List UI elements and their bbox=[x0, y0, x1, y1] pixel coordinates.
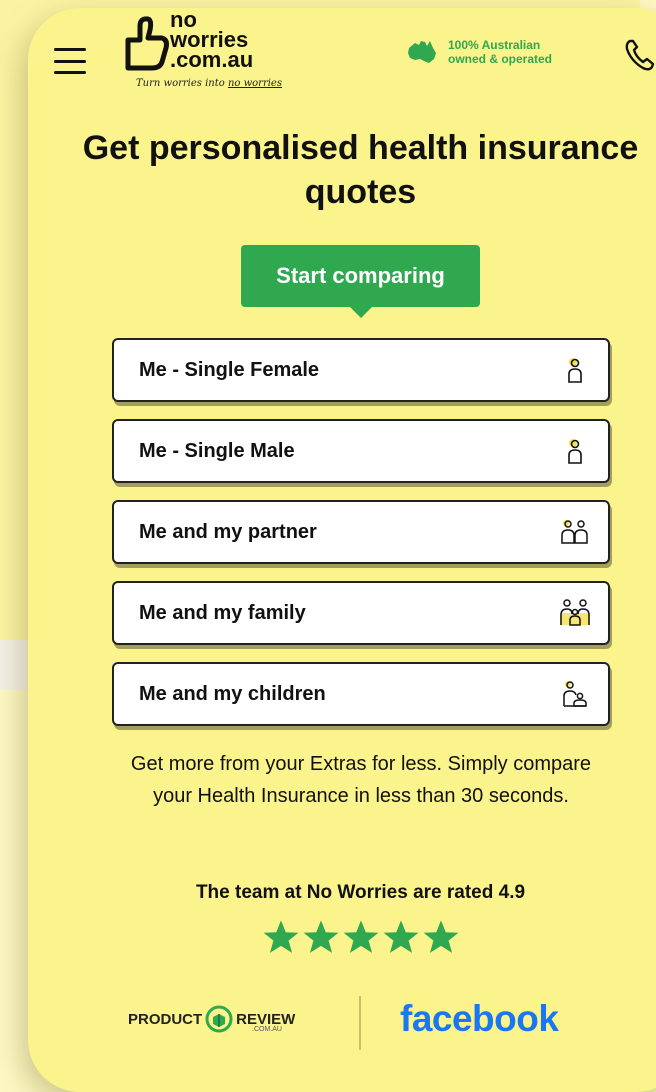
star-icon bbox=[303, 920, 339, 953]
star-icon bbox=[423, 920, 459, 953]
site-logo[interactable]: no worries .com.au Turn worries into no … bbox=[118, 9, 298, 100]
extras-blurb: Get more from your Extras for less. Simp… bbox=[130, 753, 592, 807]
logo-tagline: Turn worries into no worries bbox=[136, 78, 282, 89]
cta-label: Start comparing bbox=[276, 263, 445, 288]
page-title: Get personalised health insurance quotes bbox=[82, 129, 639, 211]
option-label: Me and my family bbox=[139, 602, 306, 624]
option-single-male[interactable]: Me - Single Male bbox=[112, 419, 610, 483]
tagline-end: no worries bbox=[227, 78, 282, 89]
parent-child-icon bbox=[563, 681, 587, 707]
couple-icon bbox=[561, 520, 588, 544]
badge-line-2: owned & operated bbox=[448, 52, 553, 66]
option-label: Me - Single Male bbox=[139, 440, 295, 462]
review-divider bbox=[359, 996, 361, 1050]
option-partner[interactable]: Me and my partner bbox=[112, 500, 610, 564]
single-person-icon bbox=[568, 439, 582, 464]
badge-line-1: 100% Australian bbox=[448, 38, 541, 52]
productreview-logo[interactable]: PRODUCT REVIEW .COM.AU bbox=[128, 1004, 295, 1034]
logo-wordmark: no worries .com.au bbox=[170, 9, 254, 72]
star-icon bbox=[343, 920, 379, 953]
option-family[interactable]: Me and my family bbox=[112, 581, 610, 645]
start-comparing-button[interactable]: Start comparing bbox=[241, 245, 480, 318]
phone-frame: no worries .com.au Turn worries into no … bbox=[28, 8, 656, 1092]
star-icon bbox=[263, 920, 299, 953]
option-label: Me and my partner bbox=[139, 521, 317, 543]
productreview-domain: .COM.AU bbox=[252, 1026, 282, 1033]
star-rating bbox=[262, 918, 460, 956]
tagline-start: Turn worries into bbox=[136, 78, 228, 89]
logo-line-domain: .com.au bbox=[170, 47, 254, 72]
rating-text: The team at No Worries are rated 4.9 bbox=[195, 882, 526, 903]
phone-icon[interactable] bbox=[624, 38, 656, 72]
facebook-logo[interactable]: facebook bbox=[400, 998, 559, 1040]
option-children[interactable]: Me and my children bbox=[112, 662, 610, 726]
productreview-left: PRODUCT bbox=[128, 1010, 203, 1028]
star-icon bbox=[383, 920, 419, 953]
australia-map-icon bbox=[408, 41, 436, 63]
single-person-icon bbox=[568, 358, 582, 383]
option-label: Me and my children bbox=[139, 683, 326, 705]
option-single-female[interactable]: Me - Single Female bbox=[112, 338, 610, 402]
hamburger-menu-icon[interactable] bbox=[54, 48, 86, 74]
australian-owned-badge: 100% Australian owned & operated bbox=[406, 38, 552, 66]
cover-options-list: Me - Single Female Me - Single Male Me a… bbox=[112, 338, 610, 743]
productreview-right: REVIEW bbox=[236, 1010, 296, 1028]
productreview-badge-icon bbox=[205, 1005, 233, 1033]
option-label: Me - Single Female bbox=[139, 359, 320, 381]
family-icon bbox=[560, 599, 590, 626]
thumbs-up-logo-icon bbox=[125, 16, 169, 71]
